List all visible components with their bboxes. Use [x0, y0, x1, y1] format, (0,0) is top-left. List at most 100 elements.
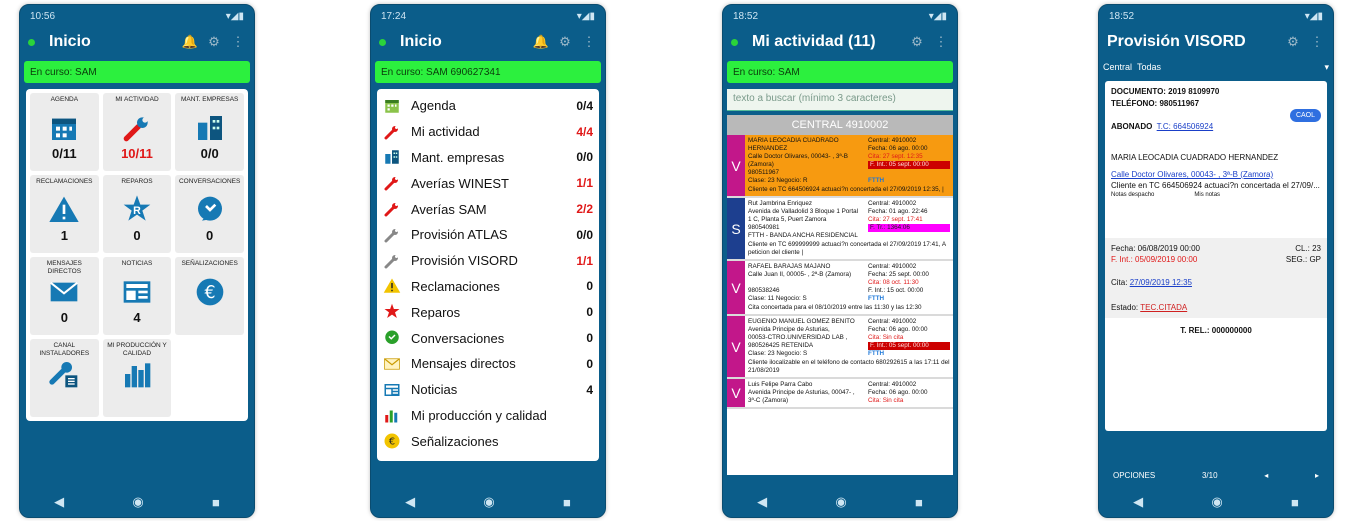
list-item-count: 0/0: [576, 227, 593, 242]
next-icon[interactable]: ▸: [1315, 471, 1319, 480]
card-columns: EUGENIO MANUEL GOMEZ BENITO Avenida Princ…: [748, 318, 950, 358]
buildings-icon: [383, 148, 401, 166]
list-item[interactable]: Conversaciones 0: [383, 325, 593, 351]
activity-card[interactable]: V Luis Felipe Parra Cabo Avenida Principe …: [727, 379, 953, 409]
calendar-icon: [383, 97, 401, 115]
warning-icon: [383, 277, 401, 295]
back-icon[interactable]: ◀: [1133, 494, 1143, 510]
list-item[interactable]: Provisión VISORD 1/1: [383, 248, 593, 274]
list-item[interactable]: Reparos 0: [383, 299, 593, 325]
home-icon[interactable]: ◉: [483, 494, 494, 510]
activity-card[interactable]: V EUGENIO MANUEL GOMEZ BENITO Avenida Prin…: [727, 316, 953, 379]
status-banner[interactable]: En curso: SAM: [24, 61, 250, 83]
overflow-menu-icon[interactable]: ⋮: [933, 34, 949, 50]
phone-home-list: 17:24 ▾◢▮ Inicio 🔔 ⚙ ⋮ En curso: SAM 690…: [370, 4, 606, 518]
card-line: [868, 169, 950, 177]
module-tile[interactable]: CANAL INSTALADORES: [30, 339, 99, 417]
caol-button[interactable]: CAOL: [1289, 109, 1321, 122]
overflow-menu-icon[interactable]: ⋮: [230, 34, 246, 50]
search-input[interactable]: texto a buscar (mínimo 3 caracteres): [727, 89, 953, 111]
list-item[interactable]: Averías WINEST 1/1: [383, 170, 593, 196]
type-badge: V: [727, 261, 745, 314]
back-icon[interactable]: ◀: [54, 494, 64, 510]
buildings-icon: [192, 112, 228, 144]
signal-icon: ▾◢▮: [928, 10, 947, 22]
card-line: RAFAEL BARAJAS MAJANO: [748, 263, 831, 270]
bell-icon[interactable]: 🔔: [533, 34, 549, 50]
activity-card[interactable]: V MARIA LEOCADIA CUADRADO HERNANDEZ Calle D…: [727, 135, 953, 198]
bell-icon[interactable]: 🔔: [182, 34, 198, 50]
list-item[interactable]: Provisión ATLAS 0/0: [383, 222, 593, 248]
card-line: HERNANDEZ: [748, 145, 788, 152]
filter-bar[interactable]: Central Todas ▾: [1099, 57, 1333, 77]
module-tile[interactable]: MENSAJES DIRECTOS 0: [30, 257, 99, 335]
address-link[interactable]: Calle Doctor Olivares, 00043- , 3ª-B (Za…: [1111, 170, 1321, 179]
module-tile[interactable]: RECLAMACIONES 1: [30, 175, 99, 253]
filter-value[interactable]: Todas: [1137, 62, 1324, 72]
home-icon[interactable]: ◉: [835, 494, 846, 510]
svg-text:€: €: [389, 437, 395, 448]
module-tile[interactable]: MANT. EMPRESAS 0/0: [175, 93, 244, 171]
recents-icon[interactable]: ■: [212, 495, 220, 510]
module-tile[interactable]: REPAROS R 0: [102, 175, 172, 253]
list-item[interactable]: € Señalizaciones: [383, 428, 593, 454]
module-tile[interactable]: MI ACTIVIDAD 10/11: [102, 93, 172, 171]
prev-icon[interactable]: ◂: [1264, 471, 1268, 480]
gear-icon[interactable]: ⚙: [909, 34, 925, 50]
card-line: Fecha: 06 ago. 00:00: [868, 389, 928, 396]
notas-despacho-tab[interactable]: Notas despacho: [1111, 192, 1154, 198]
estado-link[interactable]: TEC.CITADA: [1140, 303, 1187, 312]
back-icon[interactable]: ◀: [757, 494, 767, 510]
list-item[interactable]: Averías SAM 2/2: [383, 196, 593, 222]
list-item[interactable]: Noticias 4: [383, 377, 593, 403]
card-line: Avenida Principe de Asturias, 00047- ,: [748, 389, 855, 396]
activity-card[interactable]: V RAFAEL BARAJAS MAJANO Calle Juan II, 000…: [727, 261, 953, 316]
list-item-count: 1/1: [576, 253, 593, 268]
card-body: RAFAEL BARAJAS MAJANO Calle Juan II, 0000…: [745, 261, 953, 314]
list-item-label: Mant. empresas: [411, 149, 505, 165]
list-item-label: Mensajes directos: [411, 356, 516, 372]
module-tile[interactable]: CONVERSACIONES 0: [175, 175, 244, 253]
overflow-menu-icon[interactable]: ⋮: [1309, 34, 1325, 50]
recents-icon[interactable]: ■: [563, 495, 571, 510]
repair-star-icon: R: [119, 194, 155, 226]
module-tile[interactable]: AGENDA 0/11: [30, 93, 99, 171]
wrench-icon: [119, 112, 155, 144]
list-item-count: 4/4: [576, 124, 593, 139]
list-item-label: Averías SAM: [411, 201, 487, 217]
activity-card[interactable]: S Rut Jambrina Enriquez Avenida de Vallado…: [727, 198, 953, 261]
card-line: Rut Jambrina Enriquez: [748, 200, 813, 207]
abonado-link[interactable]: T.C: 664506924: [1157, 122, 1214, 131]
module-tile[interactable]: SEÑALIZACIONES €: [175, 257, 244, 335]
list-item[interactable]: Reclamaciones 0: [383, 274, 593, 300]
overflow-menu-icon[interactable]: ⋮: [581, 34, 597, 50]
list-item[interactable]: Mi producción y calidad: [383, 403, 593, 429]
module-tile[interactable]: MI PRODUCCIÓN Y CALIDAD: [102, 339, 172, 417]
list-item[interactable]: Mi actividad 4/4: [383, 119, 593, 145]
app-bar: Inicio 🔔 ⚙ ⋮: [371, 27, 605, 57]
list-item-label: Agenda: [411, 98, 456, 114]
home-icon[interactable]: ◉: [132, 494, 143, 510]
chevron-down-icon[interactable]: ▾: [1324, 62, 1329, 73]
options-button[interactable]: OPCIONES: [1113, 471, 1155, 480]
back-icon[interactable]: ◀: [405, 494, 415, 510]
list-item[interactable]: Mant. empresas 0/0: [383, 145, 593, 171]
list-item[interactable]: Mensajes directos 0: [383, 351, 593, 377]
status-banner[interactable]: En curso: SAM: [727, 61, 953, 83]
fecha-intervencion: F. Int.: 05/09/2019 00:00: [1111, 255, 1198, 264]
gear-icon[interactable]: ⚙: [206, 34, 222, 50]
gear-icon[interactable]: ⚙: [557, 34, 573, 50]
home-icon[interactable]: ◉: [1211, 494, 1222, 510]
gear-icon[interactable]: ⚙: [1285, 34, 1301, 50]
module-tile[interactable]: NOTICIAS 4: [102, 257, 172, 335]
card-line: MARIA LEOCADIA CUADRADO: [748, 137, 839, 144]
recents-icon[interactable]: ■: [915, 495, 923, 510]
cita-link[interactable]: 27/09/2019 12:35: [1130, 278, 1192, 287]
recents-icon[interactable]: ■: [1291, 495, 1299, 510]
status-banner[interactable]: En curso: SAM 690627341: [375, 61, 601, 83]
card-right: Central: 4910002 Fecha: 06 ago. 00:00 Cita…: [868, 318, 950, 358]
card-note: Cliente ilocalizable en el teléfono de c…: [748, 359, 950, 374]
mis-notas-tab[interactable]: Mis notas: [1194, 192, 1220, 198]
fecha: Fecha: 06/08/2019 00:00: [1111, 244, 1200, 253]
list-item[interactable]: Agenda 0/4: [383, 93, 593, 119]
